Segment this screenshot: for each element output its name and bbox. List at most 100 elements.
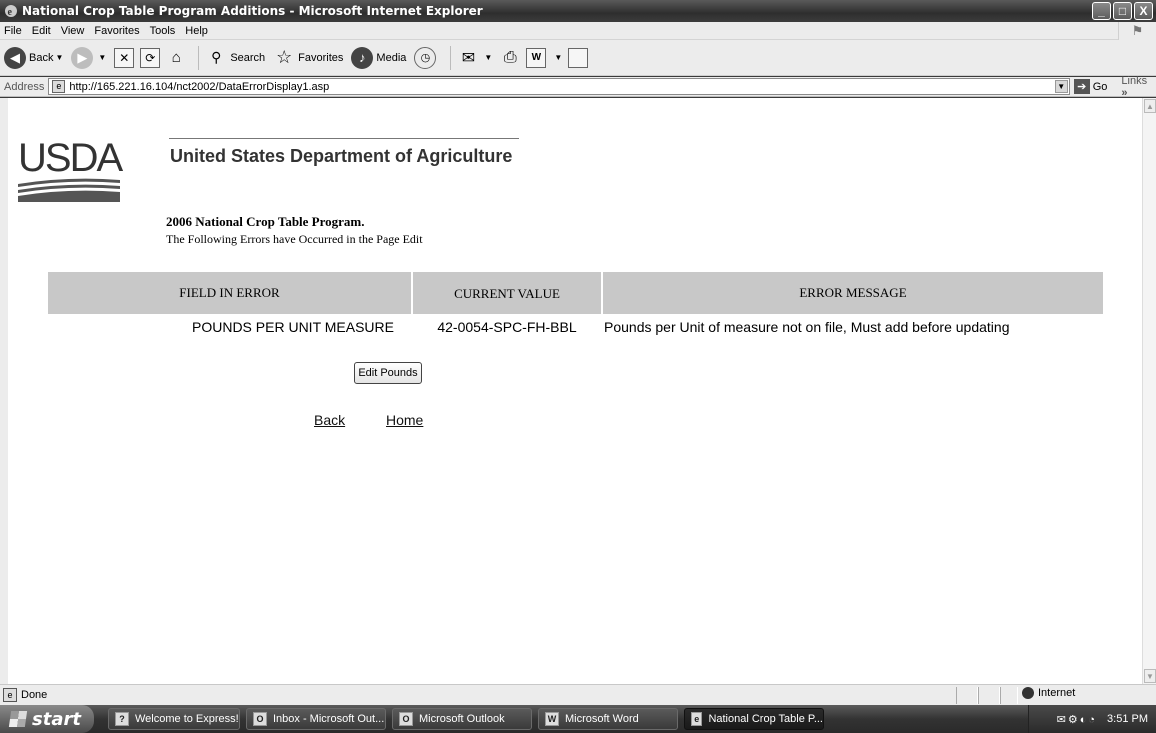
usda-logo-text: USDA [18, 136, 123, 180]
start-button[interactable]: start [0, 705, 94, 733]
media-icon: ♪ [351, 46, 374, 69]
task-word[interactable]: W Microsoft Word [538, 708, 678, 730]
back-button[interactable]: ◀ Back ▼ [4, 46, 63, 69]
back-arrow-icon: ◀ [4, 46, 26, 69]
go-button-label: Go [1092, 80, 1108, 93]
outlook-icon: O [253, 712, 267, 726]
edit-pounds-button[interactable]: Edit Pounds [354, 362, 422, 384]
minimize-button[interactable]: _ [1092, 2, 1111, 20]
tray-icons[interactable]: ✉⚙◐◔ [1057, 713, 1097, 726]
menu-bar: File Edit View Favorites Tools Help ⚑ [0, 22, 1156, 40]
status-cell [956, 687, 978, 704]
window-titlebar: e National Crop Table Program Additions … [0, 0, 1156, 22]
links-label: Links [1121, 74, 1148, 87]
mail-dropdown-icon[interactable]: ▼ [484, 53, 492, 62]
go-arrow-icon: ➔ [1073, 79, 1090, 94]
scroll-down-icon[interactable]: ▼ [1144, 669, 1156, 683]
header-error-message: ERROR MESSAGE [601, 272, 1103, 314]
maximize-button[interactable]: □ [1113, 2, 1132, 20]
forward-button[interactable]: ▶ ▼ [71, 46, 106, 69]
print-icon[interactable]: ⎙ [500, 48, 520, 68]
task-welcome[interactable]: ? Welcome to Express! [108, 708, 240, 730]
department-title: United States Department of Agriculture [170, 146, 513, 166]
task-label: Inbox - Microsoft Out... [273, 713, 385, 725]
windows-logo-icon [8, 711, 28, 727]
menu-file[interactable]: File [4, 25, 22, 37]
mail-button[interactable]: ✉ ▼ [457, 47, 493, 69]
close-button[interactable]: X [1134, 2, 1153, 20]
word-edit-icon[interactable]: W [526, 47, 547, 68]
task-label: Microsoft Outlook [419, 713, 505, 725]
status-bar: e Done Internet [0, 684, 1156, 705]
header-field-in-error: FIELD IN ERROR [48, 272, 412, 314]
search-button-label: Search [230, 51, 266, 64]
page-content: USDA United States Department of Agricul… [0, 98, 1142, 684]
home-link[interactable]: Home [386, 412, 423, 428]
error-table-header: FIELD IN ERROR CURRENT VALUE ERROR MESSA… [48, 272, 1103, 314]
search-button[interactable]: ⚲ Search [205, 47, 265, 69]
forward-dropdown-icon[interactable]: ▼ [98, 53, 106, 62]
window-title: National Crop Table Program Additions - … [22, 4, 483, 18]
history-icon[interactable]: ◷ [414, 46, 437, 69]
usda-logo: USDA [18, 136, 123, 202]
windows-flag-icon: ⚑ [1118, 22, 1156, 40]
page-done-icon: e [3, 688, 17, 702]
favorites-button[interactable]: ☆ Favorites [273, 47, 343, 69]
usda-logo-swoosh [18, 178, 120, 202]
chevron-right-icon: » [1121, 86, 1128, 99]
edit-dropdown-icon[interactable]: ▼ [554, 53, 562, 62]
taskbar: start ? Welcome to Express! O Inbox - Mi… [0, 705, 1156, 733]
status-cell [978, 687, 1000, 704]
scroll-up-icon[interactable]: ▲ [1144, 99, 1156, 113]
table-row: POUNDS PER UNIT MEASURE 42-0054-SPC-FH-B… [48, 314, 1103, 336]
menu-view[interactable]: View [61, 25, 85, 37]
stop-icon[interactable]: ✕ [114, 47, 135, 68]
task-outlook[interactable]: O Microsoft Outlook [392, 708, 532, 730]
task-ie-national-crop[interactable]: e National Crop Table P... [684, 708, 824, 730]
menu-favorites[interactable]: Favorites [94, 25, 139, 37]
address-input[interactable]: e http://165.221.16.104/nct2002/DataErro… [48, 78, 1070, 95]
zone-label: Internet [1038, 687, 1076, 699]
svg-text:e: e [8, 7, 13, 18]
vertical-scrollbar[interactable]: ▲ ▼ [1142, 98, 1156, 684]
standard-toolbar: ◀ Back ▼ ▶ ▼ ✕ ⟳ ⌂ ⚲ Search ☆ Favorites … [0, 40, 1156, 76]
home-icon[interactable]: ⌂ [166, 48, 186, 68]
search-icon: ⚲ [211, 49, 222, 65]
page-icon: e [52, 80, 66, 93]
ie-icon: e [691, 712, 703, 726]
status-cell [1000, 687, 1018, 704]
program-title: 2006 National Crop Table Program. [166, 214, 365, 229]
clock: 3:51 PM [1107, 713, 1148, 725]
address-dropdown-icon[interactable]: ▼ [1054, 80, 1068, 93]
menu-help[interactable]: Help [185, 25, 208, 37]
globe-icon [1022, 687, 1034, 699]
start-label: start [32, 708, 81, 730]
menu-edit[interactable]: Edit [32, 25, 51, 37]
system-tray: ✉⚙◐◔ 3:51 PM [1028, 705, 1156, 733]
forward-arrow-icon: ▶ [71, 46, 94, 69]
back-button-label: Back [29, 51, 54, 64]
address-url: http://165.221.16.104/nct2002/DataErrorD… [69, 80, 330, 93]
status-left: e Done [0, 688, 47, 702]
task-label: Microsoft Word [565, 713, 639, 725]
page-subtitle: The Following Errors have Occurred in th… [166, 232, 423, 246]
menu-tools[interactable]: Tools [150, 25, 176, 37]
back-link[interactable]: Back [314, 412, 345, 428]
media-button[interactable]: ♪ Media [351, 46, 407, 69]
back-dropdown-icon[interactable]: ▼ [55, 53, 63, 62]
refresh-icon[interactable]: ⟳ [140, 47, 161, 68]
task-inbox[interactable]: O Inbox - Microsoft Out... [246, 708, 386, 730]
task-label: Welcome to Express! [135, 713, 239, 725]
toolbar-separator [198, 45, 200, 70]
cell-message: Pounds per Unit of measure not on file, … [604, 319, 1010, 335]
mail-icon: ✉ [461, 49, 476, 67]
header-current-value: CURRENT VALUE [411, 272, 602, 314]
media-button-label: Media [376, 51, 407, 64]
discuss-icon[interactable] [568, 47, 589, 68]
error-table: FIELD IN ERROR CURRENT VALUE ERROR MESSA… [48, 272, 1103, 336]
links-toolbar[interactable]: Links » [1121, 75, 1156, 99]
address-label: Address [4, 80, 45, 93]
outlook-icon: O [399, 712, 413, 726]
go-button[interactable]: ➔ Go [1073, 79, 1108, 94]
favorites-button-label: Favorites [298, 51, 344, 64]
